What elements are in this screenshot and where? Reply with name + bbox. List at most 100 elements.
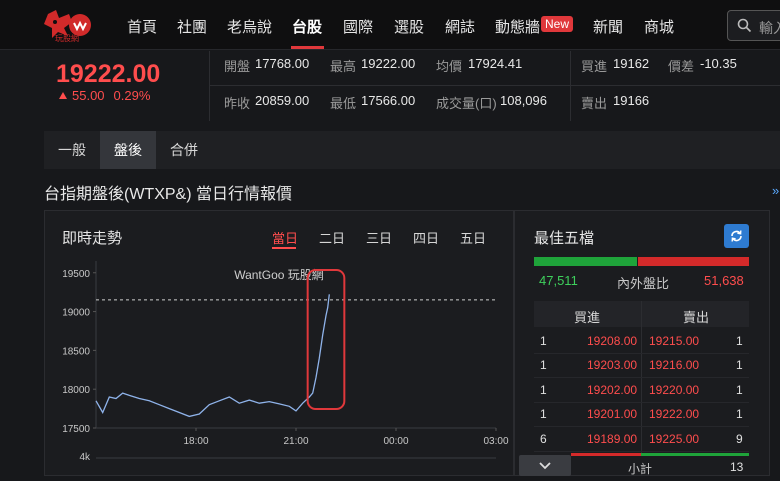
active-nav-underline bbox=[291, 46, 324, 49]
y-tick-label: 19000 bbox=[62, 308, 90, 319]
subtotal-value: 13 bbox=[730, 460, 744, 474]
header-ask: 賣出 bbox=[683, 310, 710, 325]
bid-qty: 1 bbox=[540, 383, 547, 397]
divider bbox=[209, 85, 780, 86]
x-tick-label: 21:00 bbox=[283, 436, 308, 447]
market-session-tabs: 一般 盤後 合併 bbox=[44, 131, 780, 169]
open-label: 開盤 bbox=[224, 59, 251, 74]
ask-price: 19220.00 bbox=[649, 383, 700, 397]
volume-label: 成交量(口) bbox=[436, 96, 497, 111]
x-tick-label: 18:00 bbox=[183, 436, 208, 447]
basis-value: -10.35 bbox=[700, 56, 737, 71]
basis-label: 價差 bbox=[668, 59, 695, 74]
subtotal-label: 小計 bbox=[628, 462, 653, 476]
range-tab-5day[interactable]: 五日 bbox=[460, 228, 486, 247]
order-book-panel bbox=[514, 210, 770, 476]
ask-label: 賣出 bbox=[581, 96, 608, 111]
nav-item-news[interactable]: 新聞 bbox=[593, 16, 623, 37]
nav-item-home[interactable]: 首頁 bbox=[127, 16, 157, 37]
price-change: 55.00 0.29% bbox=[58, 88, 150, 103]
ask-price: 19216.00 bbox=[649, 358, 700, 372]
bid-price: 19201.00 bbox=[587, 407, 638, 421]
x-tick-label: 03:00 bbox=[483, 436, 508, 447]
row-divider bbox=[534, 353, 749, 354]
bid-depth-bar bbox=[571, 453, 641, 456]
ask-price: 19222.00 bbox=[649, 407, 700, 421]
avg-value: 17924.41 bbox=[468, 56, 523, 71]
y-tick-label: 18000 bbox=[62, 385, 90, 396]
range-tab-today[interactable]: 當日 bbox=[272, 228, 298, 247]
ask-depth-bar bbox=[641, 453, 749, 456]
nav-item-club[interactable]: 社團 bbox=[177, 16, 207, 37]
x-tick-label: 00:00 bbox=[383, 436, 408, 447]
header-bid: 買進 bbox=[574, 310, 601, 325]
bid-price: 19202.00 bbox=[587, 383, 638, 397]
high-value: 19222.00 bbox=[361, 56, 416, 71]
buy-total: 47,511 bbox=[539, 273, 578, 288]
range-tab-4day[interactable]: 四日 bbox=[413, 228, 439, 247]
tab-combined[interactable]: 合併 bbox=[156, 131, 212, 169]
chart-watermark: WantGoo 玩股網 bbox=[234, 268, 324, 282]
row-divider bbox=[534, 402, 749, 403]
search-icon bbox=[737, 18, 752, 33]
change-percent: 0.29% bbox=[113, 88, 151, 103]
sell-total: 51,638 bbox=[704, 273, 744, 288]
ask-qty: 1 bbox=[736, 358, 743, 372]
prev-close-label: 昨收 bbox=[224, 96, 251, 111]
up-triangle-icon bbox=[59, 92, 67, 99]
nav-item-journal[interactable]: 網誌 bbox=[445, 16, 475, 37]
row-divider bbox=[534, 426, 749, 427]
ratio-label: 內外盤比 bbox=[617, 276, 670, 291]
low-value: 17566.00 bbox=[361, 93, 416, 108]
tab-regular[interactable]: 一般 bbox=[44, 131, 100, 169]
ask-price: 19225.00 bbox=[649, 432, 700, 446]
nav-item-shop[interactable]: 商城 bbox=[644, 16, 674, 37]
nav-item-tw-stock[interactable]: 台股 bbox=[292, 16, 322, 37]
nav-item-stock-picker[interactable]: 選股 bbox=[394, 16, 424, 37]
refresh-icon bbox=[731, 230, 742, 242]
volume-tick-label: 4k bbox=[79, 452, 91, 463]
divider bbox=[641, 301, 642, 456]
sell-ratio-bar bbox=[638, 257, 749, 266]
search-input[interactable]: 輸入 bbox=[759, 18, 780, 38]
refresh-button[interactable] bbox=[724, 224, 749, 248]
logo-caption: 玩股網 bbox=[55, 34, 79, 43]
avg-label: 均價 bbox=[436, 59, 463, 74]
more-link[interactable]: » bbox=[772, 183, 779, 198]
chart-title: 即時走勢 bbox=[62, 230, 123, 247]
intraday-line-chart[interactable]: 19500 19000 18500 18000 17500 18:00 21:00 00:00… bbox=[44, 255, 514, 476]
nav-item-international[interactable]: 國際 bbox=[343, 16, 373, 37]
ask-qty: 1 bbox=[736, 407, 743, 421]
range-tab-3day[interactable]: 三日 bbox=[366, 228, 392, 247]
y-tick-label: 19500 bbox=[62, 269, 90, 280]
divider bbox=[209, 51, 210, 121]
last-price: 19222.00 bbox=[56, 60, 161, 88]
buy-ratio-bar bbox=[534, 257, 637, 266]
chevron-down-icon bbox=[539, 462, 551, 470]
bid-qty: 6 bbox=[540, 432, 547, 446]
ask-price: 19215.00 bbox=[649, 334, 700, 348]
search-box[interactable]: 輸入 bbox=[727, 10, 780, 41]
nav-item-feed[interactable]: 動態牆 bbox=[495, 16, 540, 37]
row-divider bbox=[534, 377, 749, 378]
high-label: 最高 bbox=[330, 59, 357, 74]
ask-value: 19166 bbox=[613, 93, 650, 108]
nav-item-blog-master[interactable]: 老烏說 bbox=[227, 16, 272, 37]
volume-value: 108,096 bbox=[500, 93, 547, 108]
ask-qty: 9 bbox=[736, 432, 743, 446]
orderbook-title: 最佳五檔 bbox=[534, 230, 595, 247]
bid-price: 19203.00 bbox=[587, 358, 638, 372]
tab-after-hours[interactable]: 盤後 bbox=[100, 131, 156, 169]
bid-qty: 1 bbox=[540, 407, 547, 421]
y-tick-label: 17500 bbox=[62, 424, 90, 435]
collapse-button[interactable] bbox=[519, 455, 571, 476]
bid-value: 19162 bbox=[613, 56, 650, 71]
bid-label: 買進 bbox=[581, 59, 608, 74]
ask-qty: 1 bbox=[736, 334, 743, 348]
change-value: 55.00 bbox=[72, 88, 105, 103]
price-series-line bbox=[95, 294, 330, 418]
row-divider bbox=[534, 451, 749, 452]
divider bbox=[570, 51, 571, 121]
page-title: 台指期盤後(WTXP&) 當日行情報價 bbox=[44, 186, 292, 203]
range-tab-2day[interactable]: 二日 bbox=[319, 228, 345, 247]
